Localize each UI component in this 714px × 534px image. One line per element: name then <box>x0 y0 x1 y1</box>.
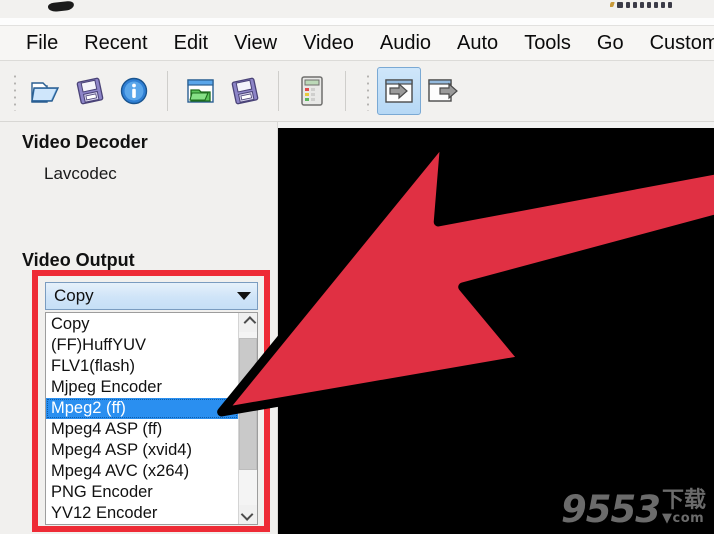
toolbar-grip[interactable] <box>12 71 20 111</box>
watermark-domain-label: ▼com <box>661 510 705 526</box>
save-video-icon <box>76 77 104 105</box>
app-logo-icon <box>47 0 75 13</box>
video-output-combobox[interactable]: Copy <box>45 282 258 310</box>
list-item-selected[interactable]: Mpeg2 (ff) <box>46 398 238 419</box>
menu-audio[interactable]: Audio <box>367 33 444 53</box>
scroll-down-icon[interactable] <box>239 505 257 524</box>
watermark-text: 下载 ▼com <box>661 487 706 526</box>
video-output-combobox-value: Copy <box>54 286 94 305</box>
application-window: File Recent Edit View Video Audio Auto T… <box>0 0 714 534</box>
menu-video[interactable]: Video <box>290 33 367 53</box>
video-decoder-heading: Video Decoder <box>22 132 148 152</box>
list-item[interactable]: Mpeg4 ASP (ff) <box>46 419 238 440</box>
list-item[interactable]: YV12 Encoder <box>46 503 238 524</box>
title-bar <box>0 0 714 18</box>
decoder-name-label: Lavcodec <box>44 164 117 183</box>
info-icon <box>120 77 148 105</box>
menu-file[interactable]: File <box>20 33 71 53</box>
scrollbar-thumb[interactable] <box>239 338 257 470</box>
dropdown-options-list: Copy (FF)HuffYUV FLV1(flash) Mjpeg Encod… <box>46 313 238 524</box>
toolbar-group-calculator <box>286 65 338 117</box>
menu-tools[interactable]: Tools <box>511 33 584 53</box>
toolbar-separator-2 <box>278 71 279 111</box>
list-item[interactable]: Mpeg4 AVC (x264) <box>46 461 238 482</box>
video-preview <box>278 128 714 534</box>
list-item[interactable]: Mjpeg Encoder <box>46 377 238 398</box>
window-controls[interactable] <box>610 2 710 12</box>
list-item[interactable]: Copy <box>46 314 238 335</box>
watermark-cn-label: 下载 <box>661 487 706 513</box>
open-project-icon <box>187 79 214 103</box>
toolbar-grip-2[interactable] <box>365 71 373 111</box>
toolbar-group-project <box>175 65 271 117</box>
menu-edit[interactable]: Edit <box>161 33 221 53</box>
save-video-button[interactable] <box>68 67 112 115</box>
jump-to-window-button[interactable] <box>377 67 421 115</box>
media-info-button[interactable] <box>112 67 156 115</box>
menu-custom[interactable]: Custom <box>637 33 714 53</box>
video-output-heading: Video Output <box>22 250 135 270</box>
scrollbar-track[interactable] <box>239 332 257 505</box>
calculator-icon <box>301 76 323 106</box>
list-item[interactable]: (FF)HuffYUV <box>46 335 238 356</box>
save-project-button[interactable] <box>223 67 267 115</box>
title-bar-underline <box>0 18 714 26</box>
open-folder-icon <box>31 82 60 103</box>
next-window-icon <box>428 79 458 102</box>
menu-view[interactable]: View <box>221 33 290 53</box>
menu-auto[interactable]: Auto <box>444 33 511 53</box>
watermark: 9553 下载 ▼com <box>561 487 706 531</box>
menu-bar: File Recent Edit View Video Audio Auto T… <box>0 26 714 61</box>
toolbar-separator-1 <box>167 71 168 111</box>
save-project-icon <box>231 77 259 105</box>
toolbar-separator-3 <box>345 71 346 111</box>
watermark-number: 9553 <box>561 487 661 531</box>
chevron-down-icon[interactable] <box>231 283 257 309</box>
menu-go[interactable]: Go <box>584 33 637 53</box>
open-video-button[interactable] <box>24 67 68 115</box>
menu-recent[interactable]: Recent <box>71 33 160 53</box>
open-project-button[interactable] <box>179 67 223 115</box>
calculator-button[interactable] <box>290 67 334 115</box>
list-item[interactable]: PNG Encoder <box>46 482 238 503</box>
next-window-button[interactable] <box>421 67 465 115</box>
dropdown-scrollbar[interactable] <box>238 313 257 524</box>
toolbar-group-navigate <box>353 65 469 117</box>
scroll-up-icon[interactable] <box>239 313 257 332</box>
toolbar-group-file <box>0 65 160 117</box>
jump-to-window-icon <box>385 79 413 103</box>
toolbar <box>0 61 714 122</box>
list-item[interactable]: FLV1(flash) <box>46 356 238 377</box>
list-item[interactable]: Mpeg4 ASP (xvid4) <box>46 440 238 461</box>
video-output-dropdown[interactable]: Copy (FF)HuffYUV FLV1(flash) Mjpeg Encod… <box>45 312 258 525</box>
